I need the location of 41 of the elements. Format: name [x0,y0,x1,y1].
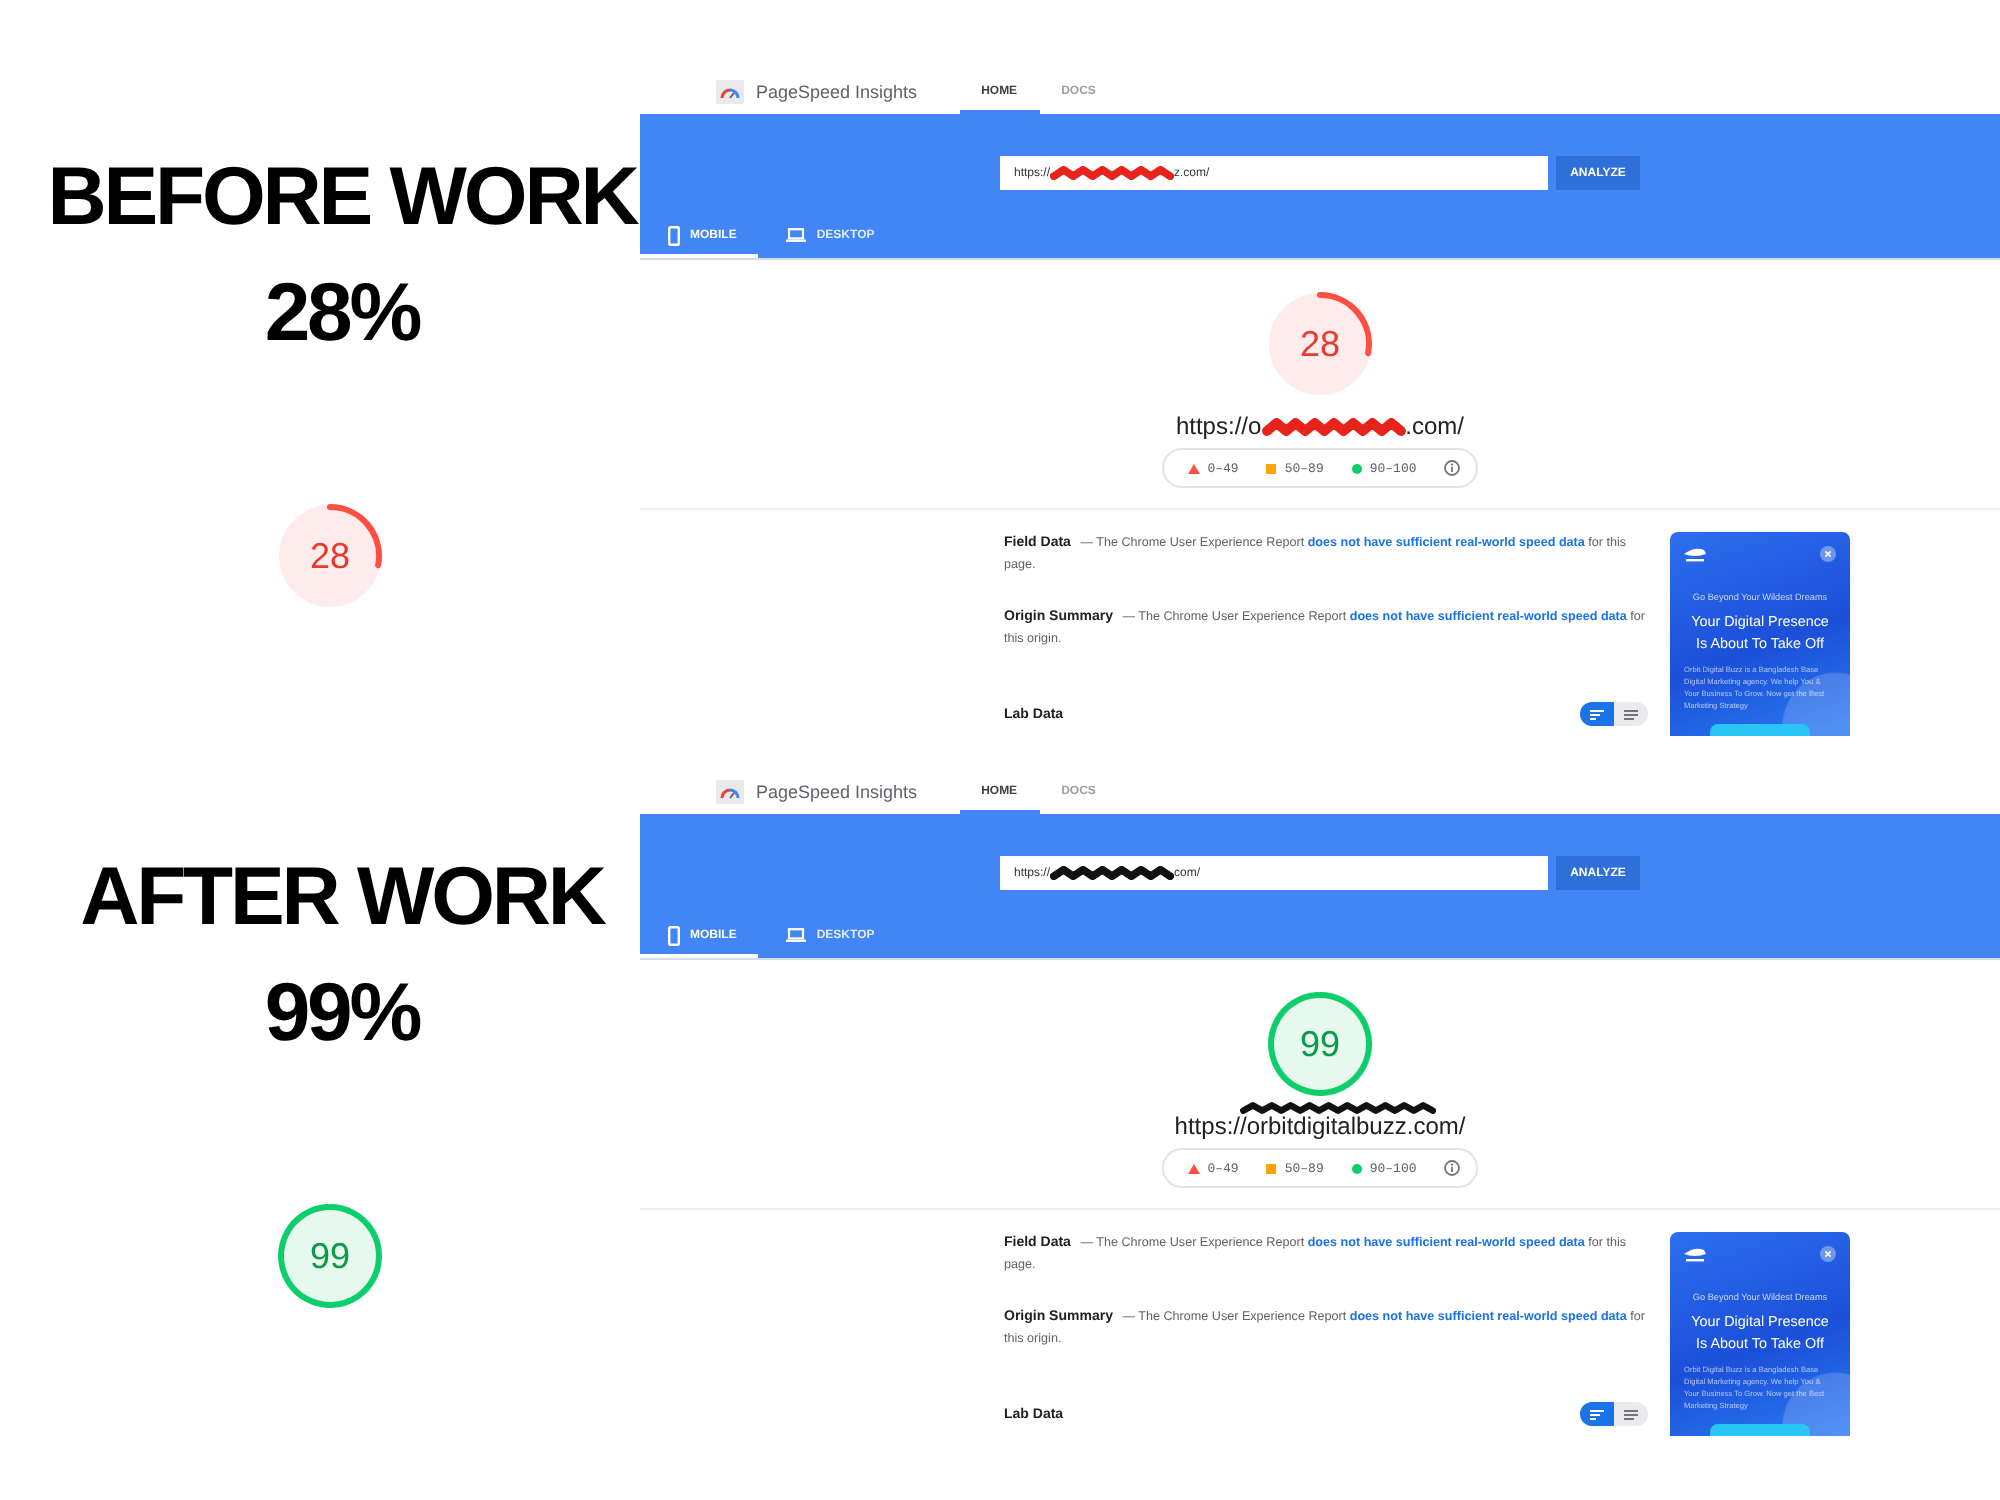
triangle-icon [1187,1163,1200,1173]
gauge-logo-icon [716,80,744,104]
app-title: PageSpeed Insights [756,82,918,102]
view-toggle-button[interactable] [1614,1402,1648,1426]
dot-icon [1351,463,1362,473]
info-icon[interactable] [1444,1160,1461,1176]
text-lines-icon [1624,709,1638,719]
phone-icon [668,925,680,945]
section-heading: AFTER WORK [80,848,604,946]
score-percent: 28% [264,264,420,362]
score-value: 99 [309,1236,351,1276]
laptop-icon [786,928,807,942]
bar-list-icon [1590,1409,1604,1419]
close-icon [1820,1246,1836,1262]
dot-icon [1351,1163,1362,1173]
view-toggle-button[interactable] [1580,702,1614,726]
app-title: PageSpeed Insights [756,782,918,802]
close-button[interactable] [1820,1246,1836,1262]
phone-icon [668,225,680,245]
bar-list-icon [1590,709,1604,719]
score-percent: 99% [264,964,420,1062]
text-lines-icon [1624,1409,1638,1419]
close-icon [1820,546,1836,562]
close-button[interactable] [1820,546,1836,562]
url-text: https://o [1175,412,1262,440]
url-text: https://orbitdigitalbuzz.com/ [1174,1112,1466,1140]
section-heading: BEFORE WORK [47,148,637,246]
score-value: 28 [1299,324,1341,364]
view-toggle-button[interactable] [1580,1402,1614,1426]
square-icon [1266,1163,1277,1173]
ship-logo-icon [1684,1246,1706,1262]
triangle-icon [1187,463,1200,473]
square-icon [1266,463,1277,473]
score-value: 28 [309,536,351,576]
laptop-icon [786,228,807,242]
url-text: .com/ [1405,412,1465,440]
info-icon[interactable] [1444,460,1461,476]
gauge-logo-icon [716,780,744,804]
view-toggle-button[interactable] [1614,702,1648,726]
score-value: 99 [1299,1024,1341,1064]
ship-logo-icon [1684,546,1706,562]
